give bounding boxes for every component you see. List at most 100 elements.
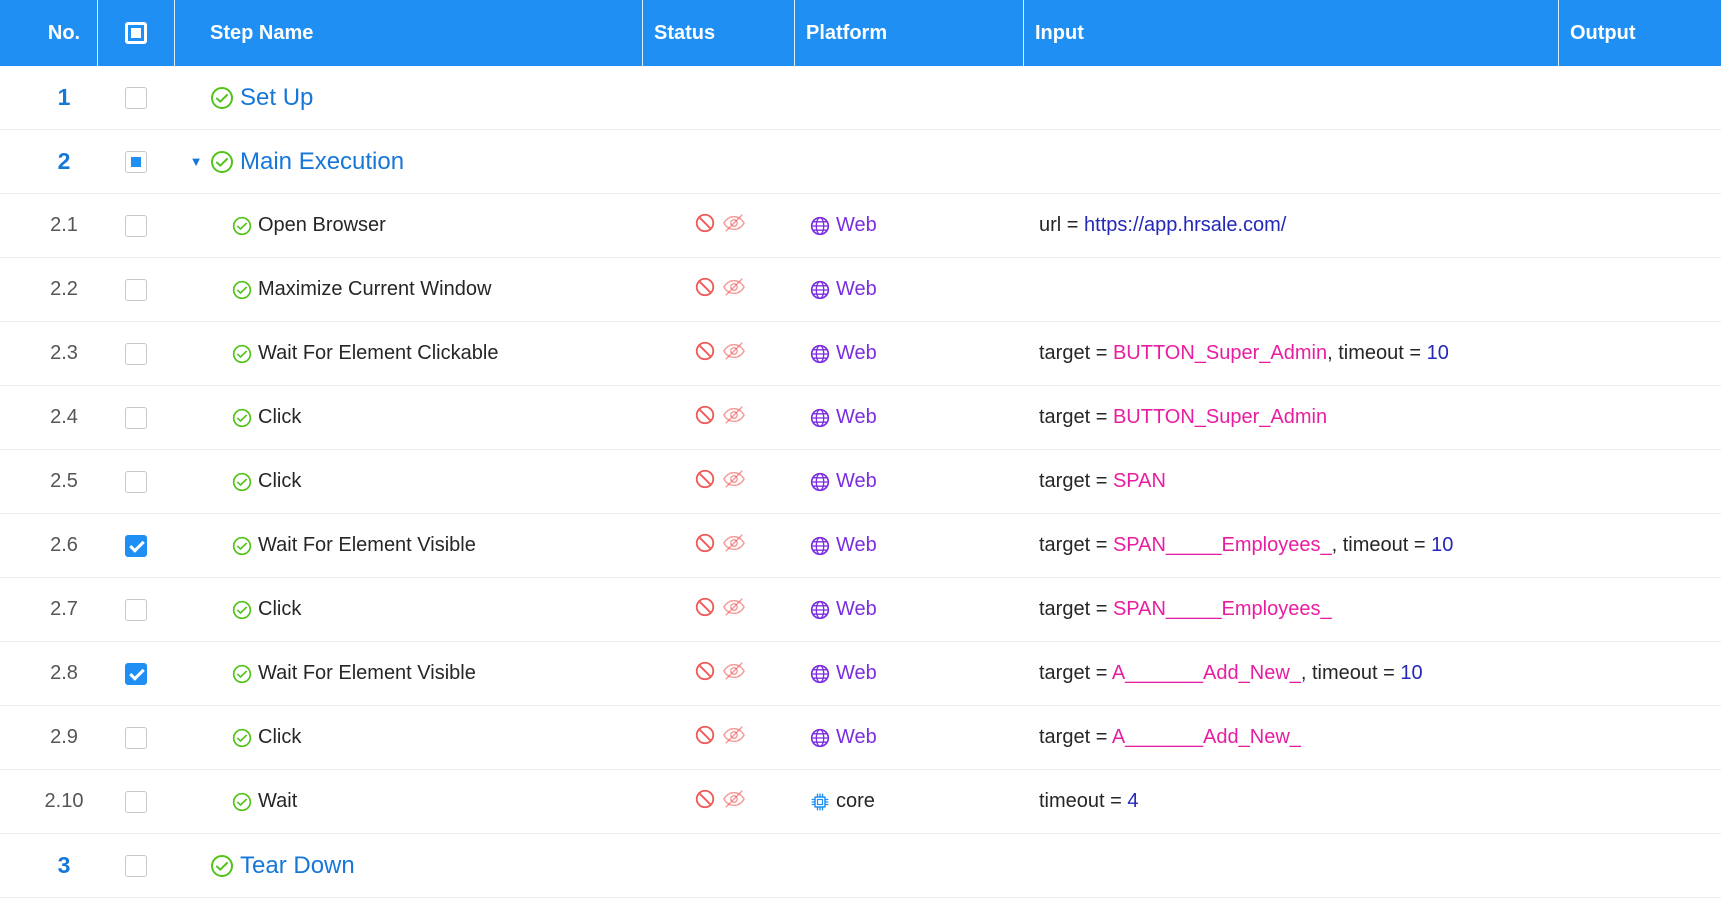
row-checkbox-cell[interactable] xyxy=(98,194,174,257)
header-status[interactable]: Status xyxy=(642,0,794,66)
step-name-cell[interactable]: Set Up xyxy=(174,66,642,129)
step-name-cell[interactable]: Wait xyxy=(174,770,642,833)
header-platform[interactable]: Platform xyxy=(794,0,1023,66)
disabled-icon[interactable] xyxy=(694,468,716,495)
row-checkbox-cell[interactable] xyxy=(98,130,174,193)
output-cell[interactable] xyxy=(1558,258,1721,321)
step-name-cell[interactable]: Wait For Element Visible xyxy=(174,514,642,577)
output-cell[interactable] xyxy=(1558,386,1721,449)
row-checkbox-cell[interactable] xyxy=(98,514,174,577)
table-row-group[interactable]: 2 ▼ Main Execution xyxy=(0,130,1721,194)
row-checkbox[interactable] xyxy=(125,278,147,301)
row-checkbox-cell[interactable] xyxy=(98,386,174,449)
step-name-cell[interactable]: Click xyxy=(174,578,642,641)
eye-off-icon[interactable] xyxy=(722,340,746,367)
step-name-cell[interactable]: Wait For Element Visible xyxy=(174,642,642,705)
table-row-group[interactable]: 3 Tear Down xyxy=(0,834,1721,898)
step-name-cell[interactable]: Wait For Element Clickable xyxy=(174,322,642,385)
disabled-icon[interactable] xyxy=(694,788,716,815)
table-row[interactable]: 2.9 Click Web target = A_______Add_New_ xyxy=(0,706,1721,770)
table-row[interactable]: 2.2 Maximize Current Window Web xyxy=(0,258,1721,322)
select-all-checkbox[interactable] xyxy=(98,0,174,66)
row-checkbox[interactable] xyxy=(125,790,147,813)
row-checkbox-cell[interactable] xyxy=(98,706,174,769)
eye-off-icon[interactable] xyxy=(722,404,746,431)
row-checkbox-cell[interactable] xyxy=(98,770,174,833)
table-row[interactable]: 2.5 Click Web target = SPAN xyxy=(0,450,1721,514)
eye-off-icon[interactable] xyxy=(722,212,746,239)
select-all-box[interactable] xyxy=(125,22,147,44)
step-name-cell[interactable]: Maximize Current Window xyxy=(174,258,642,321)
row-checkbox-cell[interactable] xyxy=(98,578,174,641)
row-checkbox[interactable] xyxy=(125,662,147,685)
row-checkbox-cell[interactable] xyxy=(98,642,174,705)
row-checkbox[interactable] xyxy=(125,598,147,621)
table-row[interactable]: 2.1 Open Browser Web url = https://app.hrsa… xyxy=(0,194,1721,258)
row-checkbox-cell[interactable] xyxy=(98,450,174,513)
output-cell[interactable] xyxy=(1558,770,1721,833)
table-row[interactable]: 2.7 Click Web target = SPAN_____Employees_ xyxy=(0,578,1721,642)
input-cell[interactable]: target = BUTTON_Super_Admin, timeout = 1… xyxy=(1023,322,1558,385)
disabled-icon[interactable] xyxy=(694,532,716,559)
header-step-name[interactable]: Step Name xyxy=(174,0,642,66)
row-checkbox[interactable] xyxy=(125,406,147,429)
row-checkbox-cell[interactable] xyxy=(98,322,174,385)
output-cell[interactable] xyxy=(1558,514,1721,577)
row-checkbox[interactable] xyxy=(125,214,147,237)
input-cell[interactable]: target = A_______Add_New_ xyxy=(1023,706,1558,769)
output-cell[interactable] xyxy=(1558,706,1721,769)
input-cell[interactable]: target = A_______Add_New_, timeout = 10 xyxy=(1023,642,1558,705)
table-row[interactable]: 2.3 Wait For Element Clickable Web target =… xyxy=(0,322,1721,386)
disabled-icon[interactable] xyxy=(694,340,716,367)
output-cell[interactable] xyxy=(1558,194,1721,257)
disabled-icon[interactable] xyxy=(694,276,716,303)
step-name-cell[interactable]: ▼ Main Execution xyxy=(174,130,642,193)
step-name-cell[interactable]: Click xyxy=(174,386,642,449)
header-output[interactable]: Output xyxy=(1558,0,1721,66)
row-checkbox[interactable] xyxy=(125,726,147,749)
output-cell[interactable] xyxy=(1558,450,1721,513)
input-cell[interactable]: target = BUTTON_Super_Admin xyxy=(1023,386,1558,449)
input-cell[interactable]: target = SPAN_____Employees_ xyxy=(1023,578,1558,641)
table-row[interactable]: 2.10 Wait core timeout = 4 xyxy=(0,770,1721,834)
table-row[interactable]: 2.4 Click Web target = BUTTON_Super_Admin xyxy=(0,386,1721,450)
disabled-icon[interactable] xyxy=(694,212,716,239)
disabled-icon[interactable] xyxy=(694,724,716,751)
table-row[interactable]: 2.6 Wait For Element Visible Web target = S… xyxy=(0,514,1721,578)
disabled-icon[interactable] xyxy=(694,660,716,687)
output-cell[interactable] xyxy=(1558,322,1721,385)
row-checkbox[interactable] xyxy=(125,534,147,557)
step-name-cell[interactable]: Open Browser xyxy=(174,194,642,257)
input-cell[interactable] xyxy=(1023,258,1558,321)
eye-off-icon[interactable] xyxy=(722,532,746,559)
row-checkbox-cell[interactable] xyxy=(98,66,174,129)
eye-off-icon[interactable] xyxy=(722,468,746,495)
input-cell[interactable]: url = https://app.hrsale.com/ xyxy=(1023,194,1558,257)
row-checkbox[interactable] xyxy=(125,86,147,109)
eye-off-icon[interactable] xyxy=(722,276,746,303)
eye-off-icon[interactable] xyxy=(722,596,746,623)
table-row[interactable]: 2.8 Wait For Element Visible Web target = A… xyxy=(0,642,1721,706)
row-checkbox[interactable] xyxy=(125,470,147,493)
input-cell[interactable]: timeout = 4 xyxy=(1023,770,1558,833)
input-cell[interactable]: target = SPAN xyxy=(1023,450,1558,513)
output-cell[interactable] xyxy=(1558,642,1721,705)
input-cell[interactable]: target = SPAN_____Employees_, timeout = … xyxy=(1023,514,1558,577)
eye-off-icon[interactable] xyxy=(722,724,746,751)
step-name-cell[interactable]: Click xyxy=(174,706,642,769)
row-checkbox[interactable] xyxy=(125,854,147,877)
disabled-icon[interactable] xyxy=(694,596,716,623)
row-checkbox[interactable] xyxy=(125,342,147,365)
step-name-cell[interactable]: Click xyxy=(174,450,642,513)
expand-caret-icon[interactable]: ▼ xyxy=(186,154,206,169)
header-input[interactable]: Input xyxy=(1023,0,1558,66)
step-name-cell[interactable]: Tear Down xyxy=(174,834,642,897)
eye-off-icon[interactable] xyxy=(722,788,746,815)
row-checkbox-cell[interactable] xyxy=(98,834,174,897)
table-row-group[interactable]: 1 Set Up xyxy=(0,66,1721,130)
row-checkbox[interactable] xyxy=(125,150,147,173)
disabled-icon[interactable] xyxy=(694,404,716,431)
eye-off-icon[interactable] xyxy=(722,660,746,687)
row-checkbox-cell[interactable] xyxy=(98,258,174,321)
output-cell[interactable] xyxy=(1558,578,1721,641)
